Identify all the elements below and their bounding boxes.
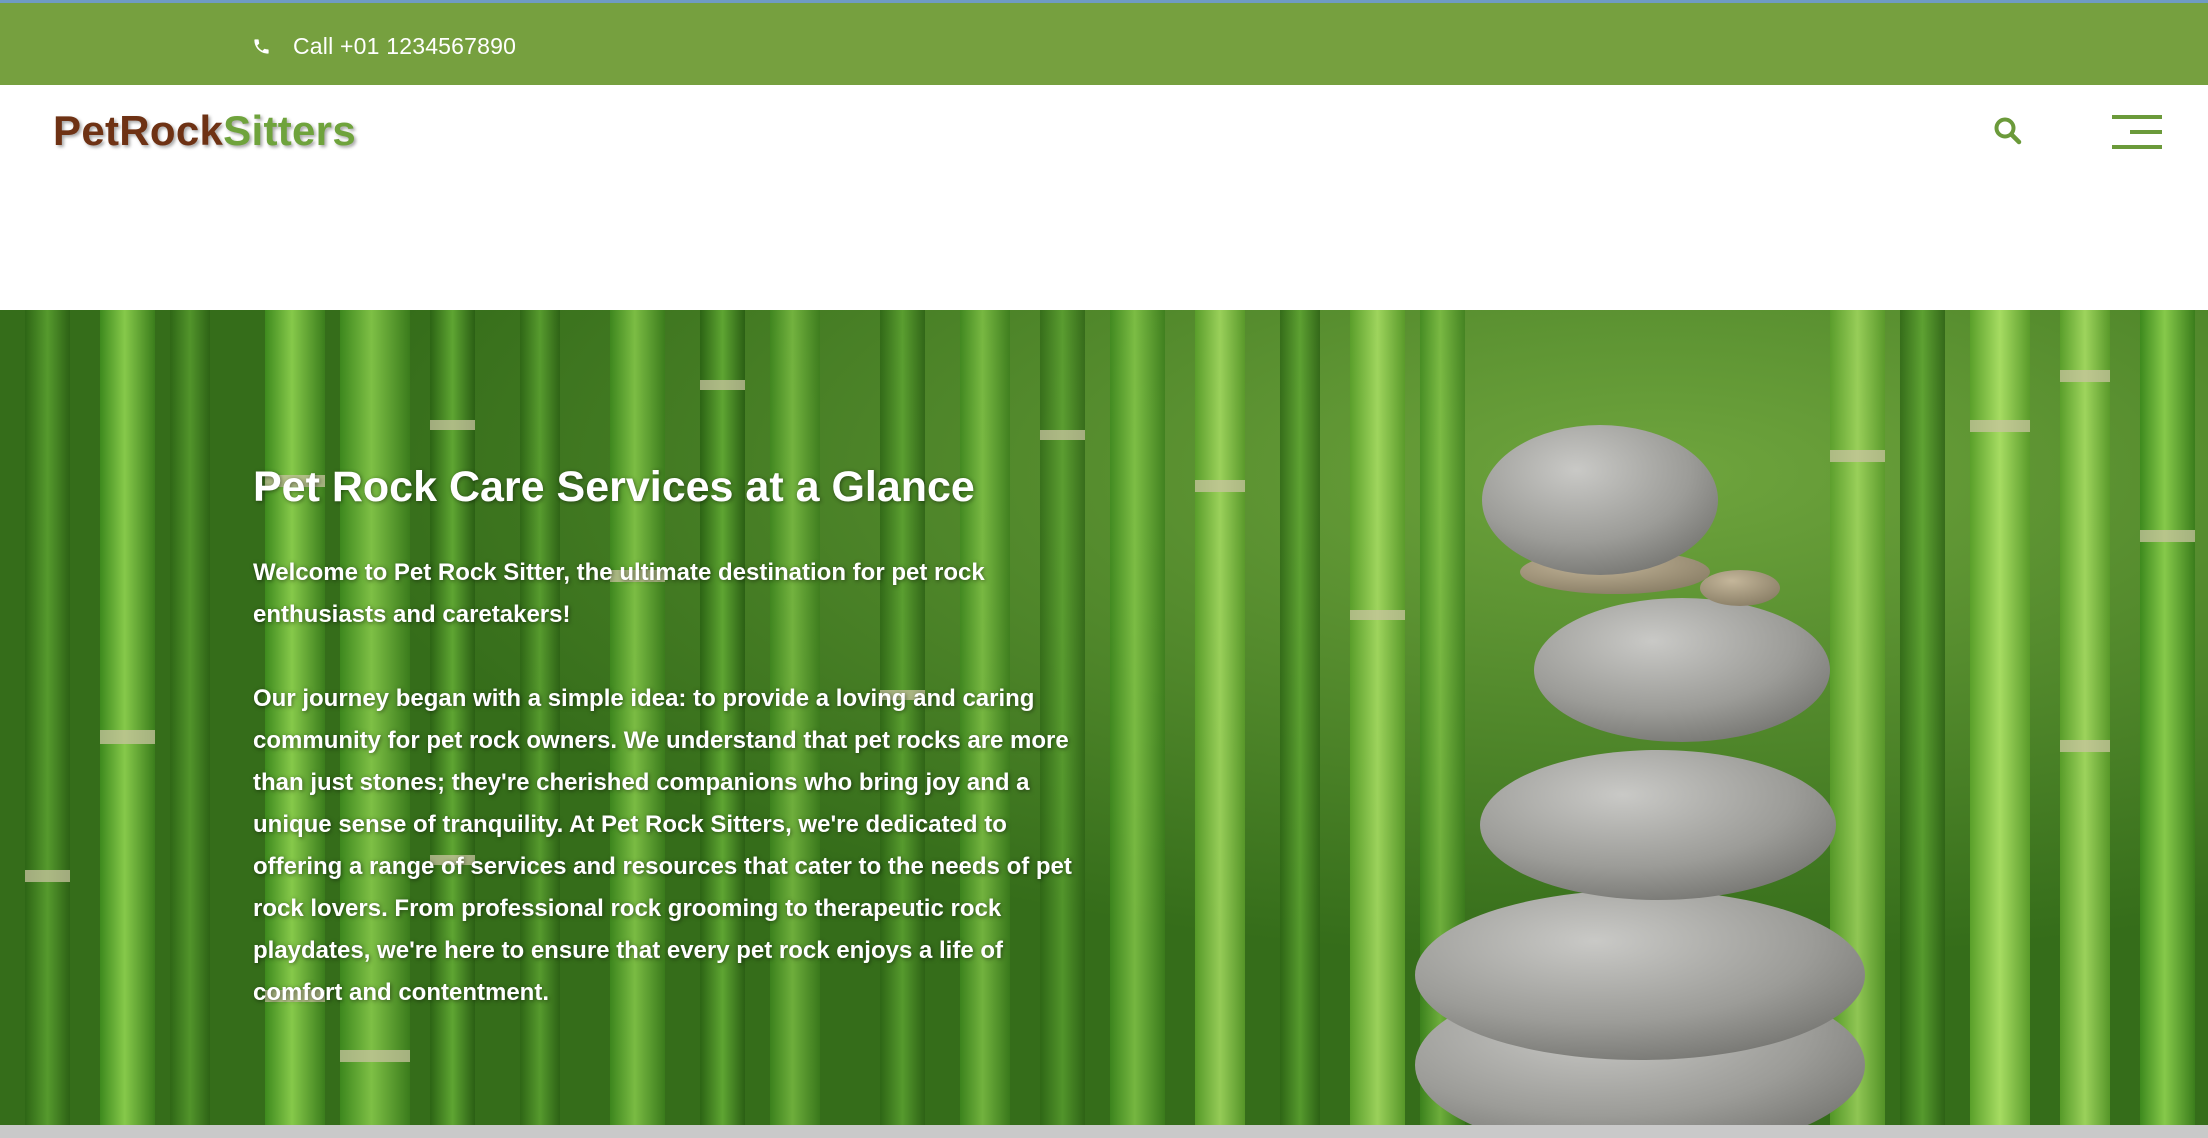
hero-text-block: Pet Rock Care Services at a Glance Welco… [253,460,1093,1014]
top-contact-bar: Call +01 1234567890 [0,0,2208,85]
menu-toggle-button[interactable] [2112,113,2164,153]
horizontal-scrollbar[interactable] [0,1125,2208,1138]
search-icon [1994,117,2022,145]
site-logo[interactable]: PetRockSitters [53,107,356,155]
hero-section: Pet Rock Care Services at a Glance Welco… [0,310,2208,1125]
phone-number-text: Call +01 1234567890 [293,33,517,59]
hero-title: Pet Rock Care Services at a Glance [253,463,975,511]
phone-icon [254,39,269,54]
hero-story-paragraph: Our journey began with a simple idea: to… [253,685,1072,1006]
logo-text-sitters: Sitters [223,107,356,154]
hamburger-menu-icon [2112,115,2162,149]
phone-contact[interactable]: Call +01 1234567890 [252,33,516,60]
logo-text-petrock: PetRock [53,107,224,154]
search-button[interactable] [1992,115,2024,147]
hero-intro-paragraph: Welcome to Pet Rock Sitter, the ultimate… [253,559,985,628]
site-header: PetRockSitters [0,85,2208,310]
